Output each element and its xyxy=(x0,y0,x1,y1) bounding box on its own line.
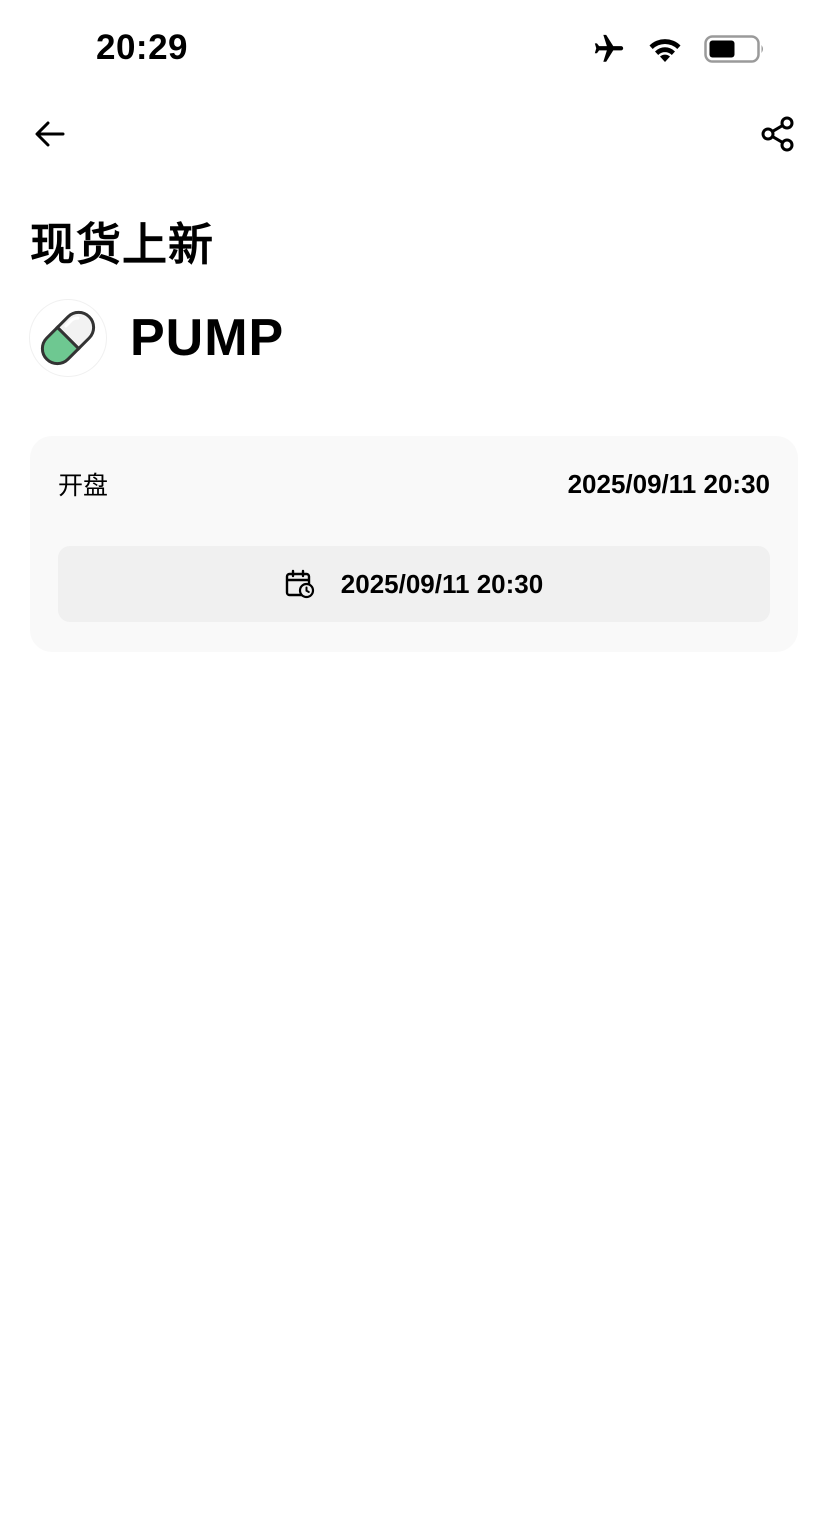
listing-card: 开盘 2025/09/11 20:30 2025/09/11 20:30 xyxy=(30,436,798,652)
airplane-icon xyxy=(592,32,626,66)
page-title: 现货上新 xyxy=(30,218,215,271)
status-bar: 20:29 xyxy=(0,0,828,100)
arrow-left-icon xyxy=(35,121,65,147)
calendar-clock-icon xyxy=(285,569,314,599)
token-logo xyxy=(30,300,106,376)
share-icon xyxy=(761,116,794,152)
status-time: 20:29 xyxy=(96,28,189,67)
battery-icon xyxy=(704,34,766,64)
open-time-row: 开盘 2025/09/11 20:30 xyxy=(58,466,770,502)
open-label: 开盘 xyxy=(58,471,109,500)
status-icons xyxy=(592,32,766,66)
token-name: PUMP xyxy=(130,309,285,367)
pill-icon xyxy=(40,310,96,366)
back-button[interactable] xyxy=(28,112,72,156)
calendar-button-label: 2025/09/11 20:30 xyxy=(340,568,544,599)
add-to-calendar-button[interactable]: 2025/09/11 20:30 xyxy=(58,546,770,622)
wifi-icon xyxy=(646,34,684,64)
token-header: PUMP xyxy=(30,298,284,378)
share-button[interactable] xyxy=(756,112,800,156)
open-time-value: 2025/09/11 20:30 xyxy=(567,468,770,499)
screen: 20:29 现货上新 PUMP 开盘 2025/09/11 20:30 2025… xyxy=(0,0,828,1523)
